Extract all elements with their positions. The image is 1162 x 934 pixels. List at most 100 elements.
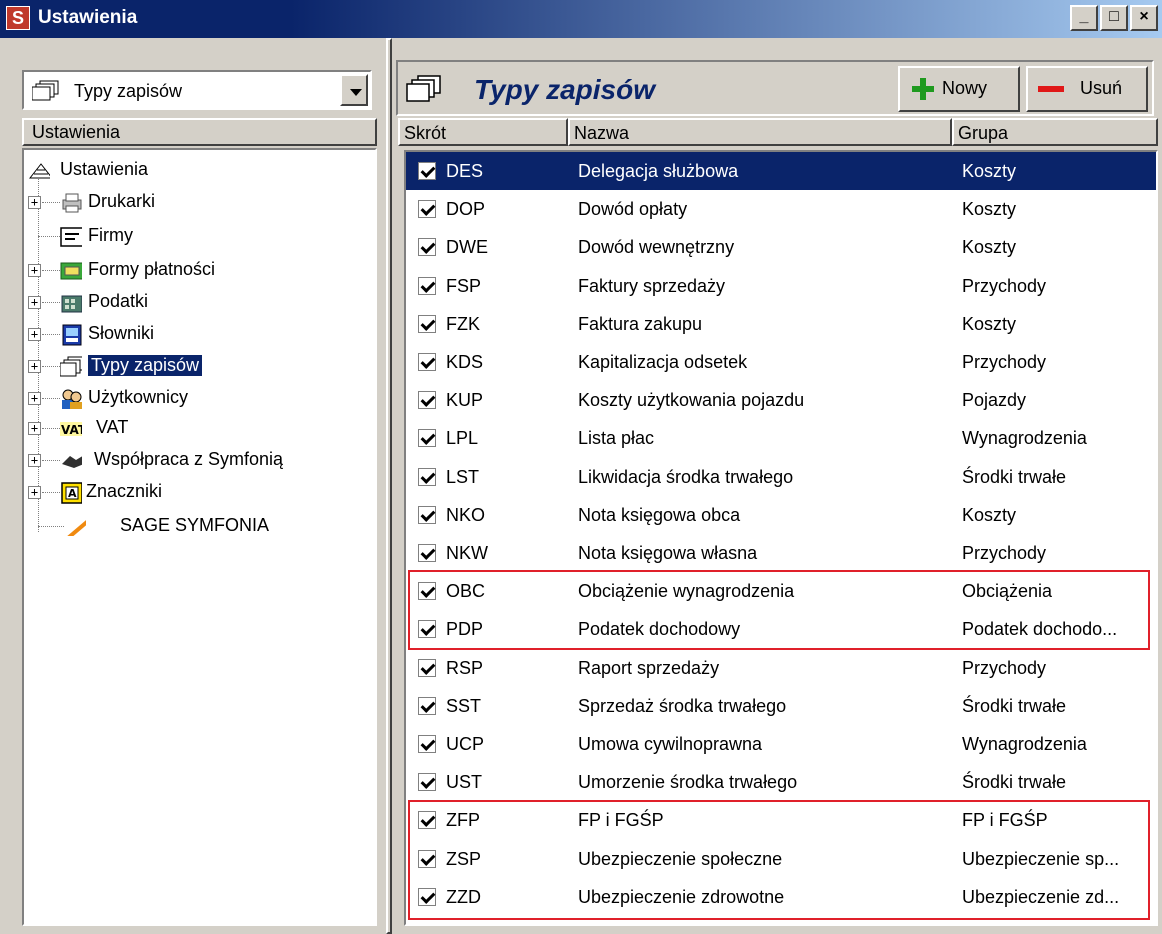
cell-code: KUP — [446, 390, 484, 411]
cell-group: Koszty — [962, 237, 1017, 258]
category-combo[interactable]: Typy zapisów — [22, 70, 372, 110]
cell-name: Obciążenie wynagrodzenia — [578, 581, 795, 602]
table-row[interactable]: LPL Lista płac Wynagrodzenia — [406, 419, 1156, 457]
expand-icon[interactable]: + — [28, 360, 41, 373]
expand-icon[interactable]: + — [28, 486, 41, 499]
row-checkbox[interactable] — [418, 391, 436, 410]
table-row[interactable]: DES Delegacja służbowa Koszty — [406, 152, 1156, 190]
row-checkbox[interactable] — [418, 696, 436, 715]
column-header-name[interactable]: Nazwa — [568, 118, 952, 146]
table-row[interactable]: KUP Koszty użytkowania pojazdu Pojazdy — [406, 381, 1156, 419]
cell-group: Środki trwałe — [962, 772, 1067, 793]
new-button[interactable]: Nowy — [898, 66, 1020, 112]
row-checkbox[interactable] — [418, 429, 436, 448]
table-row[interactable]: DWE Dowód wewnętrzny Koszty — [406, 228, 1156, 266]
row-checkbox[interactable] — [418, 773, 436, 792]
column-header-code[interactable]: Skrót — [398, 118, 568, 146]
title-bar[interactable]: S Ustawienia _ □ × — [0, 0, 1162, 38]
table-row[interactable]: PDP Podatek dochodowy Podatek dochodo... — [406, 610, 1156, 648]
row-checkbox[interactable] — [418, 314, 436, 333]
delete-button[interactable]: Usuń — [1026, 66, 1148, 112]
cell-name: Raport sprzedaży — [578, 657, 720, 678]
tree-item-sage-symfonia[interactable]: SAGE SYMFONIA — [28, 514, 368, 542]
cell-code: ZFP — [446, 810, 480, 831]
vat-icon: VAT — [60, 422, 82, 437]
tree-item-typy-zapisow[interactable]: + Typy zapisów — [28, 354, 368, 382]
cell-code: ZZD — [446, 886, 481, 907]
table-row[interactable]: NKO Nota księgowa obca Koszty — [406, 496, 1156, 534]
column-header-group[interactable]: Grupa — [952, 118, 1158, 146]
row-checkbox[interactable] — [418, 505, 436, 524]
row-checkbox[interactable] — [418, 735, 436, 753]
cell-code: DES — [446, 161, 484, 181]
tree-item-wspolpraca[interactable]: + Współpraca z Symfonią — [28, 448, 373, 476]
tree-item-drukarki[interactable]: + Drukarki — [28, 190, 368, 218]
cell-code: NKO — [446, 504, 486, 525]
table-row[interactable]: DOP Dowód opłaty Koszty — [406, 190, 1156, 228]
tree-item-podatki[interactable]: + Podatki — [28, 290, 368, 318]
expand-icon[interactable]: + — [28, 328, 41, 341]
tree-item-firmy[interactable]: Firmy — [28, 224, 368, 252]
cell-group: Koszty — [962, 313, 1017, 334]
table-row[interactable]: LST Likwidacja środka trwałego Środki trwa… — [406, 458, 1156, 496]
row-checkbox[interactable] — [418, 276, 436, 295]
cell-group: Koszty — [962, 199, 1017, 220]
table-row[interactable]: FZK Faktura zakupu Koszty — [406, 305, 1156, 343]
table-row[interactable]: UST Umorzenie środka trwałego Środki trwał… — [406, 763, 1156, 801]
row-checkbox[interactable] — [418, 658, 436, 677]
expand-icon[interactable]: + — [28, 392, 41, 405]
cell-group: Przychody — [962, 657, 1047, 678]
entry-types-icon — [60, 356, 82, 377]
table-row[interactable]: NKW Nota księgowa własna Przychody — [406, 534, 1156, 572]
cell-group: Podatek dochodo... — [962, 619, 1118, 640]
table-row[interactable]: OBC Obciążenie wynagrodzenia Obciążenia — [406, 572, 1156, 610]
table-row[interactable]: ZSP Ubezpieczenie społeczne Ubezpieczenie … — [406, 840, 1156, 878]
tree-item-slowniki[interactable]: + Słowniki — [28, 322, 368, 350]
maximize-button[interactable]: □ — [1100, 5, 1128, 31]
close-button[interactable]: × — [1130, 5, 1158, 31]
row-checkbox[interactable] — [418, 582, 436, 601]
expand-icon[interactable]: + — [28, 422, 41, 435]
cell-code: OBC — [446, 581, 486, 602]
cell-name: Umorzenie środka trwałego — [578, 772, 798, 793]
panel-splitter[interactable] — [386, 38, 392, 934]
row-checkbox[interactable] — [418, 162, 436, 180]
table-row[interactable]: ZFP FP i FGŚP FP i FGŚP — [406, 801, 1156, 839]
app-icon[interactable]: S — [6, 6, 30, 30]
tree-item-vat[interactable]: + VAT VAT — [28, 416, 368, 444]
cell-group: Przychody — [962, 543, 1047, 563]
chevron-down-icon[interactable] — [340, 74, 368, 106]
entry-types-grid[interactable]: DES Delegacja służbowa Koszty DOP Dowód opła… — [404, 150, 1158, 926]
company-card-icon — [60, 227, 82, 247]
settings-tree[interactable]: Ustawienia + Drukarki Firmy + Formy płat… — [22, 148, 377, 926]
row-checkbox[interactable] — [418, 849, 436, 868]
cell-group: Koszty — [962, 504, 1017, 525]
row-checkbox[interactable] — [418, 353, 436, 371]
cell-group: Środki trwałe — [962, 695, 1067, 716]
table-row[interactable]: RSP Raport sprzedaży Przychody — [406, 649, 1156, 687]
expand-icon[interactable]: + — [28, 296, 41, 309]
expand-icon[interactable]: + — [28, 196, 41, 209]
table-row[interactable]: KDS Kapitalizacja odsetek Przychody — [406, 343, 1156, 381]
row-checkbox[interactable] — [418, 811, 436, 830]
table-row[interactable]: UCP Umowa cywilnoprawna Wynagrodzenia — [406, 725, 1156, 763]
tax-icon — [61, 295, 82, 313]
row-checkbox[interactable] — [418, 887, 436, 906]
row-checkbox[interactable] — [418, 467, 436, 486]
table-row[interactable]: FSP Faktury sprzedaży Przychody — [406, 267, 1156, 305]
minimize-button[interactable]: _ — [1070, 5, 1098, 31]
tree-item-formy-platnosci[interactable]: + Formy płatności — [28, 258, 368, 286]
row-checkbox[interactable] — [418, 200, 436, 219]
row-checkbox[interactable] — [418, 544, 436, 562]
table-row[interactable]: SST Sprzedaż środka trwałego Środki trwałe — [406, 687, 1156, 725]
tree-item-uzytkownicy[interactable]: + Użytkownicy — [28, 386, 368, 414]
row-checkbox[interactable] — [418, 238, 436, 257]
table-row[interactable]: ZZD Ubezpieczenie zdrowotne Ubezpieczenie … — [406, 878, 1156, 916]
cell-code: UST — [446, 772, 482, 793]
tree-item-znaczniki[interactable]: + A Znaczniki — [28, 480, 368, 508]
row-checkbox[interactable] — [418, 620, 436, 639]
expand-icon[interactable]: + — [28, 454, 41, 467]
cell-group: Koszty — [962, 161, 1017, 181]
expand-icon[interactable]: + — [28, 264, 41, 277]
cell-code: UCP — [446, 734, 485, 754]
